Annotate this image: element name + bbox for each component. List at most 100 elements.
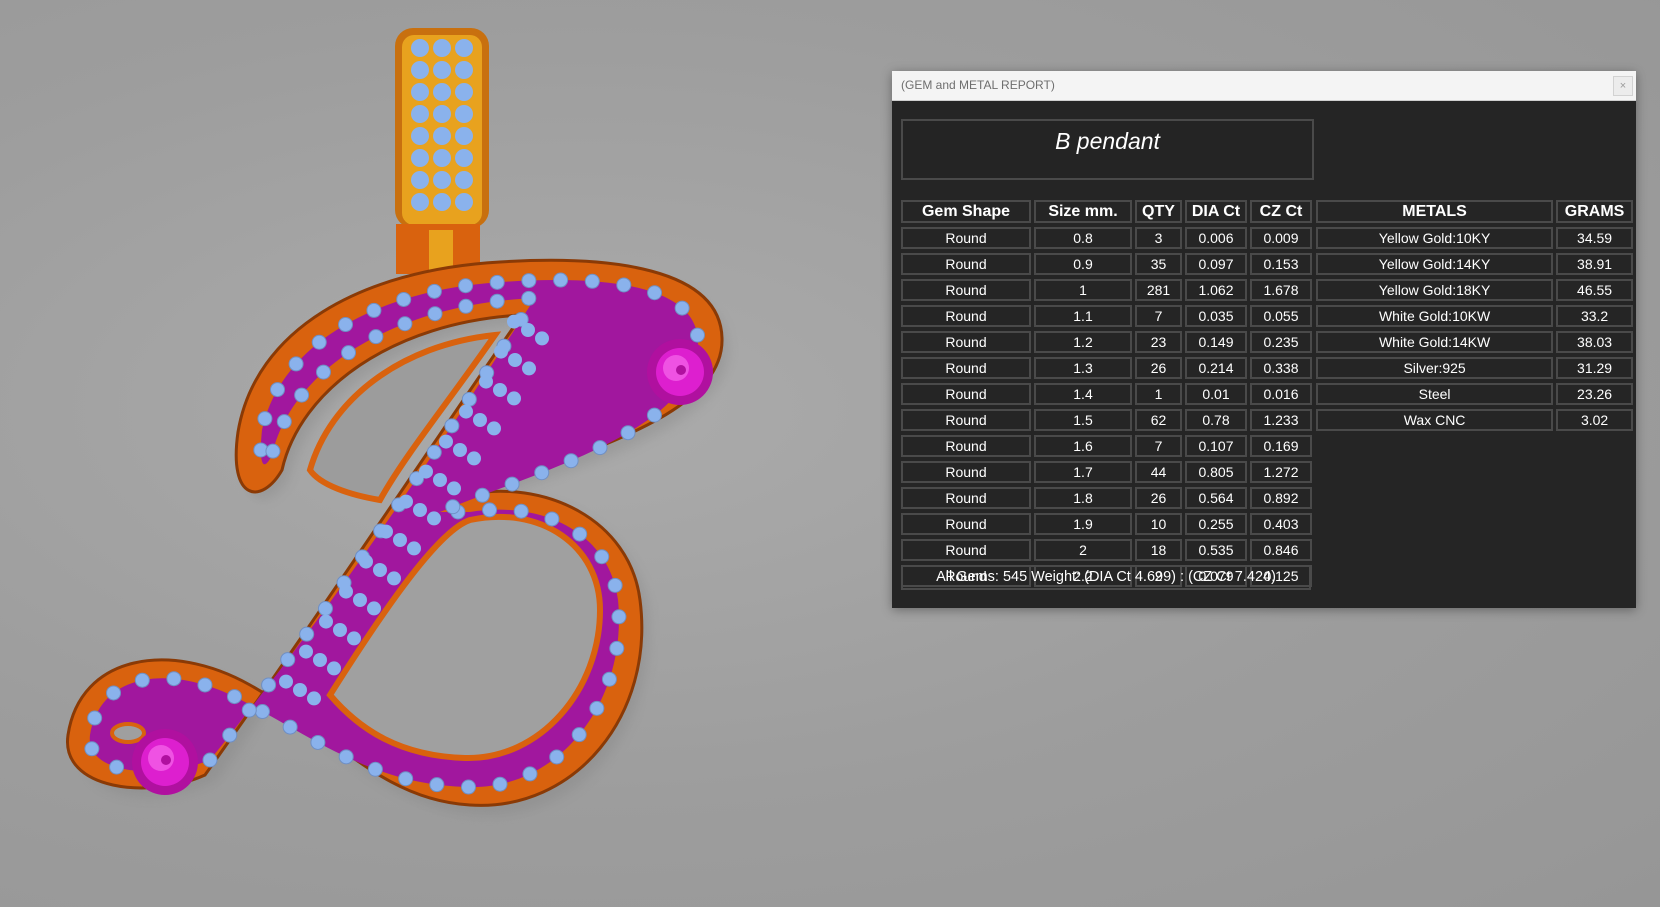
3d-viewport[interactable]: (GEM and METAL REPORT) × B pendant Gem S… [0,0,1660,907]
gem-stone [504,476,520,492]
gem-shape-cell: Round [901,539,1031,561]
gem-cz-ct-cell: 0.153 [1250,253,1312,275]
close-button[interactable]: × [1613,76,1633,96]
gem-stone [339,584,353,599]
gem-stone [620,425,636,441]
gem-stone [226,689,242,705]
gem-cz-ct-cell: 1.678 [1250,279,1312,301]
gem-stone [299,626,315,642]
gem-shape-cell: Round [901,357,1031,379]
gem-stone [261,677,277,693]
gem-size-cell: 1.2 [1034,331,1132,353]
gem-stone [419,464,433,479]
gem-stone [507,314,521,329]
gem-row: Round 1.3 26 0.214 0.338 [901,357,1312,379]
gem-stone [549,749,565,765]
gem-stone [447,481,461,496]
metal-row: White Gold:14KW 38.03 [1316,331,1633,353]
gem-stone [310,734,326,750]
gem-stone [455,149,473,167]
gem-stone [269,382,285,398]
gem-dia-ct-cell: 1.062 [1185,279,1247,301]
gem-stone [396,291,412,307]
gem-stone [282,719,298,735]
gem-stone [513,503,529,519]
gem-stone [494,344,508,359]
gem-stone [535,331,549,346]
gem-stone [455,105,473,123]
gem-stone [489,293,505,309]
gem-row: Round 1.6 7 0.107 0.169 [901,435,1312,457]
gem-stone [439,434,453,449]
gem-stone [87,710,103,726]
gem-qty-cell: 62 [1135,409,1182,431]
gem-cz-ct-cell: 0.338 [1250,357,1312,379]
gem-stone [455,61,473,79]
gem-stone [507,391,521,406]
window-titlebar[interactable]: (GEM and METAL REPORT) × [892,71,1636,101]
gem-stone [106,685,122,701]
gem-table: Gem Shape Size mm. QTY DIA Ct CZ Ct Roun… [898,196,1315,591]
gem-stone [293,683,307,697]
gem-stone [398,771,414,787]
gem-stone [467,451,481,466]
col-cz-ct: CZ Ct [1250,200,1312,223]
gem-stone [397,316,413,332]
pendant-bail [395,28,489,274]
gem-row: Round 1.1 7 0.035 0.055 [901,305,1312,327]
gem-size-cell: 1.5 [1034,409,1132,431]
metal-name-cell: Wax CNC [1316,409,1554,431]
gem-stone [584,273,600,289]
gem-stone [387,571,401,586]
metal-row: Yellow Gold:10KY 34.59 [1316,227,1633,249]
metals-table-header: METALS GRAMS [1316,200,1633,223]
gem-stone [607,577,623,593]
gem-stone [461,391,477,407]
gem-stone [427,511,441,526]
gem-qty-cell: 18 [1135,539,1182,561]
gem-stone [359,554,373,569]
gem-qty-cell: 26 [1135,487,1182,509]
gem-stone [197,677,213,693]
gem-stone [594,549,610,565]
metal-grams-cell: 31.29 [1556,357,1633,379]
gem-stone [411,105,429,123]
metal-row: Silver:925 31.29 [1316,357,1633,379]
gem-stone [347,631,361,646]
gem-qty-cell: 3 [1135,227,1182,249]
gem-stone [521,273,537,289]
rose-ornament-upper [647,339,713,405]
gem-stone [473,413,487,427]
gem-stone [333,623,347,637]
gem-shape-cell: Round [901,409,1031,431]
gem-stone [433,193,451,211]
window-title: (GEM and METAL REPORT) [901,78,1055,92]
gem-shape-cell: Round [901,305,1031,327]
gem-size-cell: 1.4 [1034,383,1132,405]
gem-stone [367,761,383,777]
metal-grams-cell: 34.59 [1556,227,1633,249]
gem-stone [254,704,270,720]
gem-stone [433,61,451,79]
gem-stone [445,499,461,515]
gem-stone [455,39,473,57]
gem-stone [611,609,627,625]
gem-dia-ct-cell: 0.035 [1185,305,1247,327]
gem-row: Round 1.7 44 0.805 1.272 [901,461,1312,483]
gem-stone [379,524,393,539]
gem-shape-cell: Round [901,331,1031,353]
design-name: B pendant [1055,128,1160,154]
gem-stone [455,127,473,145]
gem-qty-cell: 35 [1135,253,1182,275]
gem-shape-cell: Round [901,383,1031,405]
gem-dia-ct-cell: 0.01 [1185,383,1247,405]
gem-stone [109,759,125,775]
col-gem-shape: Gem Shape [901,200,1031,223]
gem-stone [522,361,536,376]
gem-stone [307,691,321,706]
gem-row: Round 1.9 10 0.255 0.403 [901,513,1312,535]
metal-name-cell: Yellow Gold:14KY [1316,253,1554,275]
gem-stone [166,671,182,687]
metal-row: Yellow Gold:14KY 38.91 [1316,253,1633,275]
design-name-box: B pendant [901,119,1314,180]
